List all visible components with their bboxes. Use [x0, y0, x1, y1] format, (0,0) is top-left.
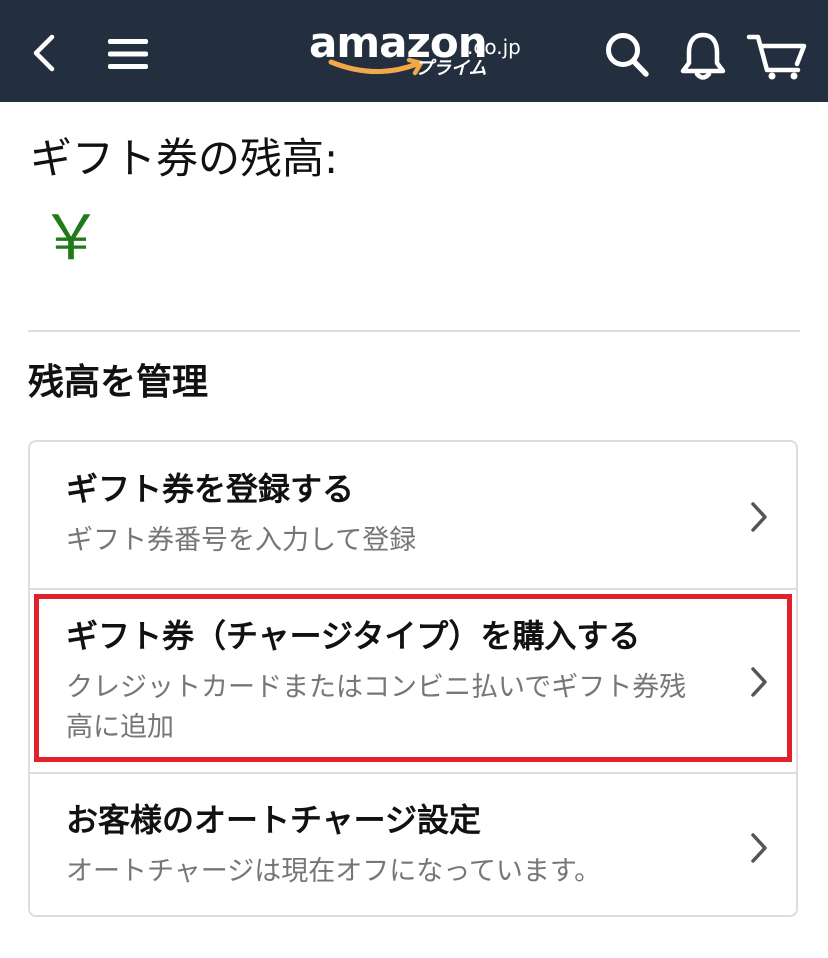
register-gift-card-title: ギフト券を登録する: [66, 470, 355, 508]
gift-card-balance-label: ギフト券の残高:: [30, 134, 339, 183]
amazon-logo[interactable]: amazon .co.jp プライム: [305, 18, 535, 84]
chevron-right-icon: [751, 833, 767, 863]
register-gift-card-subtitle: ギフト券番号を入力して登録: [66, 525, 417, 556]
logo-domain: .co.jp: [467, 35, 521, 59]
auto-charge-status-text: オートチャージは現在オフになっています。: [66, 856, 602, 887]
search-icon[interactable]: [602, 30, 654, 80]
gift-card-balance-amount: ￥: [40, 201, 103, 274]
top-navigation-bar: amazon .co.jp プライム: [0, 0, 828, 102]
manage-balance-heading: 残高を管理: [28, 362, 209, 403]
manage-balance-card: ギフト券を登録する ギフト券番号を入力して登録 ギフト券（チャージタイプ）を購入…: [28, 440, 798, 917]
register-gift-card-row[interactable]: ギフト券を登録する ギフト券番号を入力して登録: [30, 442, 796, 588]
menu-icon[interactable]: [106, 36, 150, 72]
bell-icon[interactable]: [678, 30, 728, 82]
section-divider: [28, 330, 800, 332]
auto-charge-settings-row[interactable]: お客様のオートチャージ設定 オートチャージは現在オフになっています。: [30, 774, 796, 915]
logo-prime-tagline: プライム: [415, 58, 487, 79]
highlight-frame: [34, 594, 792, 762]
logo-smile-icon: [328, 57, 424, 76]
chevron-right-icon: [751, 502, 767, 532]
back-icon[interactable]: [28, 33, 62, 73]
cart-icon[interactable]: [746, 32, 810, 80]
auto-charge-settings-title: お客様のオートチャージ設定: [66, 801, 482, 839]
